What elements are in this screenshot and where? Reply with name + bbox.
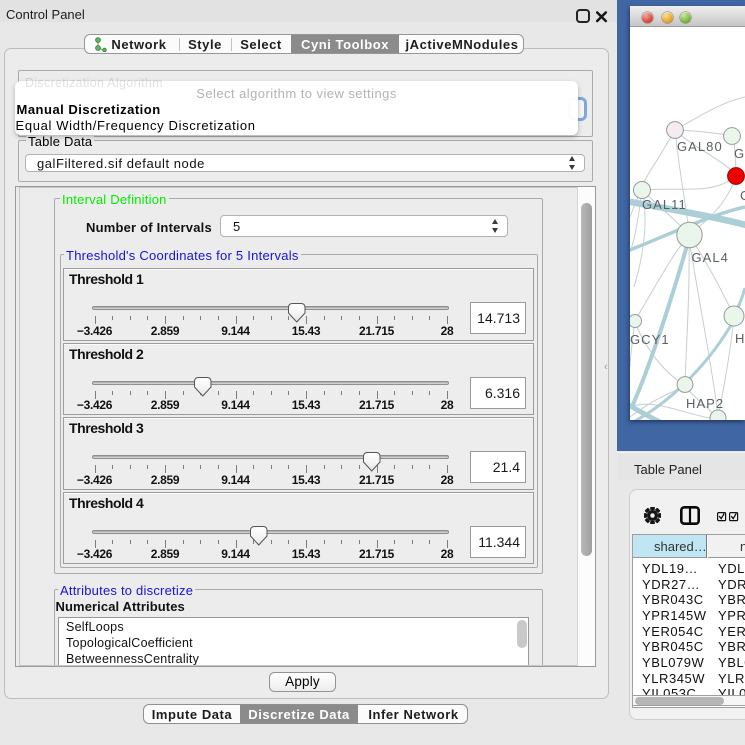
svg-text:GA: GA	[734, 146, 745, 161]
svg-text:GAL4: GAL4	[692, 250, 729, 265]
svg-text:H: H	[735, 331, 745, 346]
svg-text:GCY1: GCY1	[630, 332, 670, 347]
svg-text:GAL80: GAL80	[677, 139, 723, 154]
svg-text:HAP2: HAP2	[686, 396, 724, 411]
svg-text:C: C	[740, 188, 745, 203]
svg-text:GAL11: GAL11	[642, 197, 687, 212]
